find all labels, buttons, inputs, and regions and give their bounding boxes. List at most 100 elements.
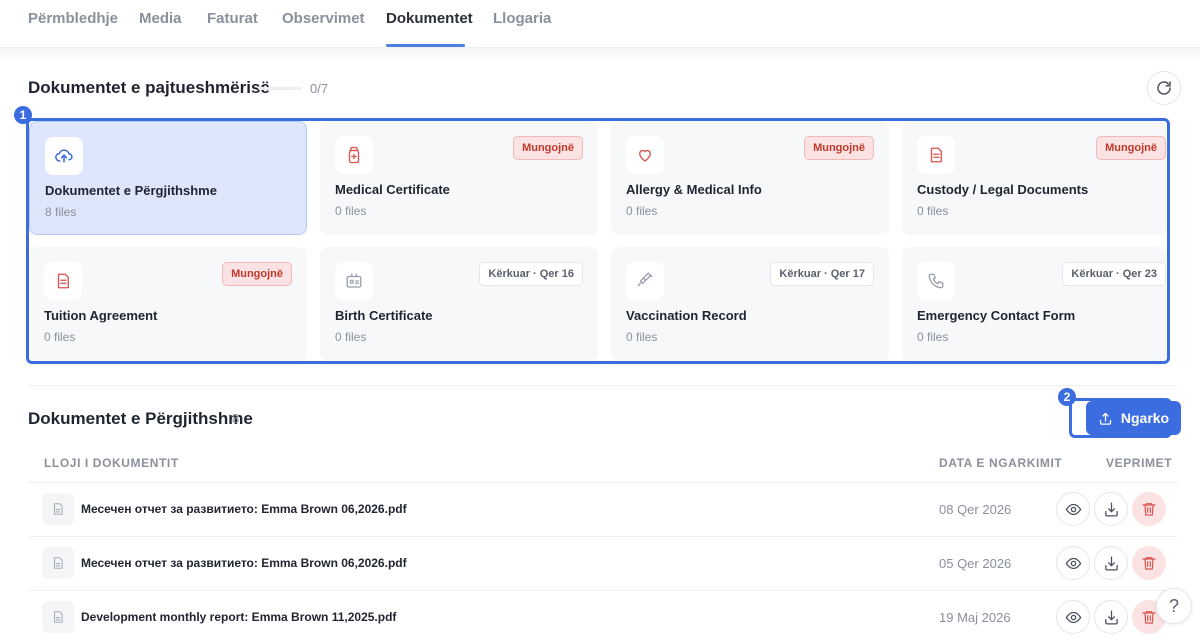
card-title: Tuition Agreement [44, 308, 158, 323]
card-title: Birth Certificate [335, 308, 433, 323]
cloud-upload-icon [55, 149, 73, 163]
tab-observations[interactable]: Observimet [282, 10, 365, 27]
card-file-count: 0 files [626, 204, 658, 218]
view-button[interactable] [1056, 546, 1090, 580]
card-icon-box [335, 262, 373, 300]
document-count: 8 [232, 411, 240, 426]
download-icon [1104, 609, 1118, 625]
tab-account[interactable]: Llogaria [493, 10, 551, 27]
document-icon [57, 273, 69, 289]
table-row: Месечен отчет за развитието: Emma Brown … [28, 483, 1178, 537]
card-file-count: 0 files [917, 204, 949, 218]
tab-documents[interactable]: Dokumentet [386, 10, 473, 27]
card-title: Vaccination Record [626, 308, 747, 323]
card-title: Medical Certificate [335, 182, 450, 197]
id-card-icon [346, 273, 362, 288]
category-card-general[interactable]: Dokumentet e Përgjithshme 8 files [29, 121, 307, 235]
card-file-count: 8 files [45, 205, 77, 219]
tab-overview[interactable]: Përmbledhje [28, 10, 118, 27]
compliance-section-title: Dokumentet e pajtueshmërisë [28, 78, 270, 97]
card-title: Allergy & Medical Info [626, 182, 762, 197]
file-icon-box [42, 547, 74, 579]
upload-button-label: Ngarko [1120, 410, 1170, 426]
eye-icon [1065, 611, 1081, 623]
card-icon-box [917, 262, 955, 300]
table-row: Development monthly report: Emma Brown 1… [28, 591, 1178, 644]
compliance-progress-text: 0/7 [310, 81, 329, 96]
download-button[interactable] [1094, 600, 1128, 634]
download-button[interactable] [1094, 492, 1128, 526]
section-divider [28, 385, 1178, 386]
category-card-birth-certificate[interactable]: Kërkuar · Qer 16 Birth Certificate 0 fil… [320, 247, 598, 361]
refresh-button[interactable] [1147, 71, 1181, 105]
heart-icon [639, 149, 651, 162]
card-icon-box [44, 262, 82, 300]
status-badge-missing: Mungojnë [222, 262, 292, 286]
status-badge-missing: Mungojnë [804, 136, 874, 160]
column-header-type: LLOJI I DOKUMENTIT [44, 456, 179, 470]
card-icon-box [626, 262, 664, 300]
status-badge-required: Kërkuar · Qer 23 [1062, 262, 1166, 286]
compliance-progress-bar [258, 87, 302, 90]
tab-bar: Përmbledhje Media Faturat Observimet Dok… [0, 0, 1200, 48]
general-section-title: Dokumentet e Përgjithshme [28, 409, 253, 428]
file-name[interactable]: Development monthly report: Emma Brown 1… [81, 610, 396, 624]
file-icon [53, 503, 63, 515]
table-row: Месечен отчет за развитието: Emma Brown … [28, 537, 1178, 591]
card-file-count: 0 files [626, 330, 658, 344]
tab-invoices[interactable]: Faturat [207, 10, 258, 27]
delete-button[interactable] [1132, 546, 1166, 580]
card-icon-box [917, 136, 955, 174]
download-icon [1104, 501, 1118, 517]
status-badge-missing: Mungojnë [1096, 136, 1166, 160]
card-file-count: 0 files [335, 204, 367, 218]
phone-icon [928, 273, 944, 289]
upload-button[interactable]: Ngarko [1086, 401, 1181, 435]
status-badge-required: Kërkuar · Qer 17 [770, 262, 874, 286]
category-card-vaccination-record[interactable]: Kërkuar · Qer 17 Vaccination Record 0 fi… [611, 247, 889, 361]
syringe-icon [637, 272, 653, 287]
card-title: Custody / Legal Documents [917, 182, 1089, 197]
header-shadow [0, 48, 1200, 64]
file-icon [53, 611, 63, 623]
card-title: Dokumentet e Përgjithshme [45, 183, 217, 198]
download-icon [1104, 555, 1118, 571]
view-button[interactable] [1056, 600, 1090, 634]
document-icon [930, 147, 942, 163]
active-tab-indicator [386, 44, 465, 47]
eye-icon [1065, 503, 1081, 515]
tab-media[interactable]: Media [139, 10, 182, 27]
category-card-allergy-medical-info[interactable]: Mungojnë Allergy & Medical Info 0 files [611, 121, 889, 235]
category-card-emergency-contact[interactable]: Kërkuar · Qer 23 Emergency Contact Form … [902, 247, 1166, 361]
trash-icon [1142, 611, 1156, 624]
category-card-medical-certificate[interactable]: Mungojnë Medical Certificate 0 files [320, 121, 598, 235]
column-header-date: DATA E NGARKIMIT [939, 456, 1063, 470]
eye-icon [1065, 557, 1081, 569]
card-icon-box [45, 137, 83, 175]
upload-date: 19 Maj 2026 [939, 610, 1011, 625]
card-file-count: 0 files [44, 330, 76, 344]
file-name[interactable]: Месечен отчет за развитието: Emma Brown … [81, 502, 407, 516]
category-card-custody-legal[interactable]: Mungojnë Custody / Legal Documents 0 fil… [902, 121, 1166, 235]
upload-date: 05 Qer 2026 [939, 556, 1012, 571]
upload-date: 08 Qer 2026 [939, 502, 1012, 517]
file-icon-box [42, 601, 74, 633]
file-icon-box [42, 493, 74, 525]
status-badge-missing: Mungojnë [513, 136, 583, 160]
download-button[interactable] [1094, 546, 1128, 580]
file-icon [53, 557, 63, 569]
highlight-badge-2: 2 [1058, 388, 1076, 406]
help-button[interactable]: ? [1156, 588, 1192, 624]
upload-icon [1099, 412, 1111, 425]
file-name[interactable]: Месечен отчет за развитието: Emma Brown … [81, 556, 407, 570]
card-icon-box [626, 136, 664, 174]
delete-button[interactable] [1132, 492, 1166, 526]
medical-bottle-icon [348, 146, 360, 164]
trash-icon [1142, 557, 1156, 570]
column-header-actions: VEPRIMET [1106, 456, 1173, 470]
card-icon-box [335, 136, 373, 174]
trash-icon [1142, 503, 1156, 516]
highlight-badge-1: 1 [14, 106, 32, 124]
category-card-tuition-agreement[interactable]: Mungojnë Tuition Agreement 0 files [29, 247, 307, 361]
view-button[interactable] [1056, 492, 1090, 526]
